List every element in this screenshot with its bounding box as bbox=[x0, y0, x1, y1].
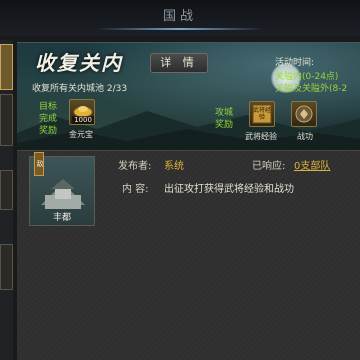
rail-tab[interactable] bbox=[0, 94, 13, 146]
content-value: 出征攻打获得武将经验和战功 bbox=[164, 184, 294, 195]
goal-reward-label: 目标完成奖励 bbox=[38, 102, 57, 136]
content-label: 内 容: bbox=[122, 184, 149, 195]
attack-reward-label: 攻城奖励 bbox=[214, 108, 233, 130]
screen-title: 国战 bbox=[162, 9, 197, 24]
exp-badge-text: 武将经验 bbox=[252, 107, 271, 121]
detail-button[interactable]: 详 情 bbox=[150, 53, 208, 73]
rail-tab[interactable] bbox=[0, 244, 13, 290]
publisher-value: 系统 bbox=[164, 161, 184, 172]
quest-title: 收复关内 bbox=[35, 51, 123, 75]
gold-ingot-reward-icon[interactable]: 1000 bbox=[69, 99, 95, 125]
response-label: 已响应: bbox=[252, 161, 286, 172]
response-link[interactable]: 0支部队 bbox=[294, 157, 330, 172]
rail-tab[interactable] bbox=[0, 170, 13, 210]
merit-medal-icon bbox=[295, 105, 313, 123]
quest-subtitle: 收复所有关内城池 2/33 bbox=[32, 84, 128, 94]
merit-reward-icon[interactable] bbox=[291, 101, 317, 127]
city-name: 丰都 bbox=[52, 213, 71, 223]
event-time-label: 活动时间: bbox=[275, 58, 315, 68]
general-exp-reward-icon[interactable]: 武将经验 bbox=[249, 101, 275, 127]
publisher-label: 发布者: bbox=[118, 161, 152, 172]
event-time-line-2: 关隘及关隘外(8-2 bbox=[275, 84, 348, 94]
gold-ingot-qty: 1000 bbox=[72, 116, 94, 124]
gold-ingot-name: 金元宝 bbox=[69, 130, 93, 139]
top-title-bar: 国战 bbox=[0, 0, 360, 36]
title-glow bbox=[96, 28, 264, 30]
merit-name: 战功 bbox=[297, 132, 313, 141]
quest-banner: 收复关内 收复所有关内城池 2/33 详 情 活动时间: 关隘内(0-24点) … bbox=[17, 42, 360, 150]
enemy-flag-icon: 敌 bbox=[34, 152, 44, 176]
general-exp-name: 武将经验 bbox=[245, 132, 277, 141]
rail-tab-active[interactable] bbox=[0, 44, 13, 90]
enemy-flag-char: 敌 bbox=[36, 160, 44, 168]
